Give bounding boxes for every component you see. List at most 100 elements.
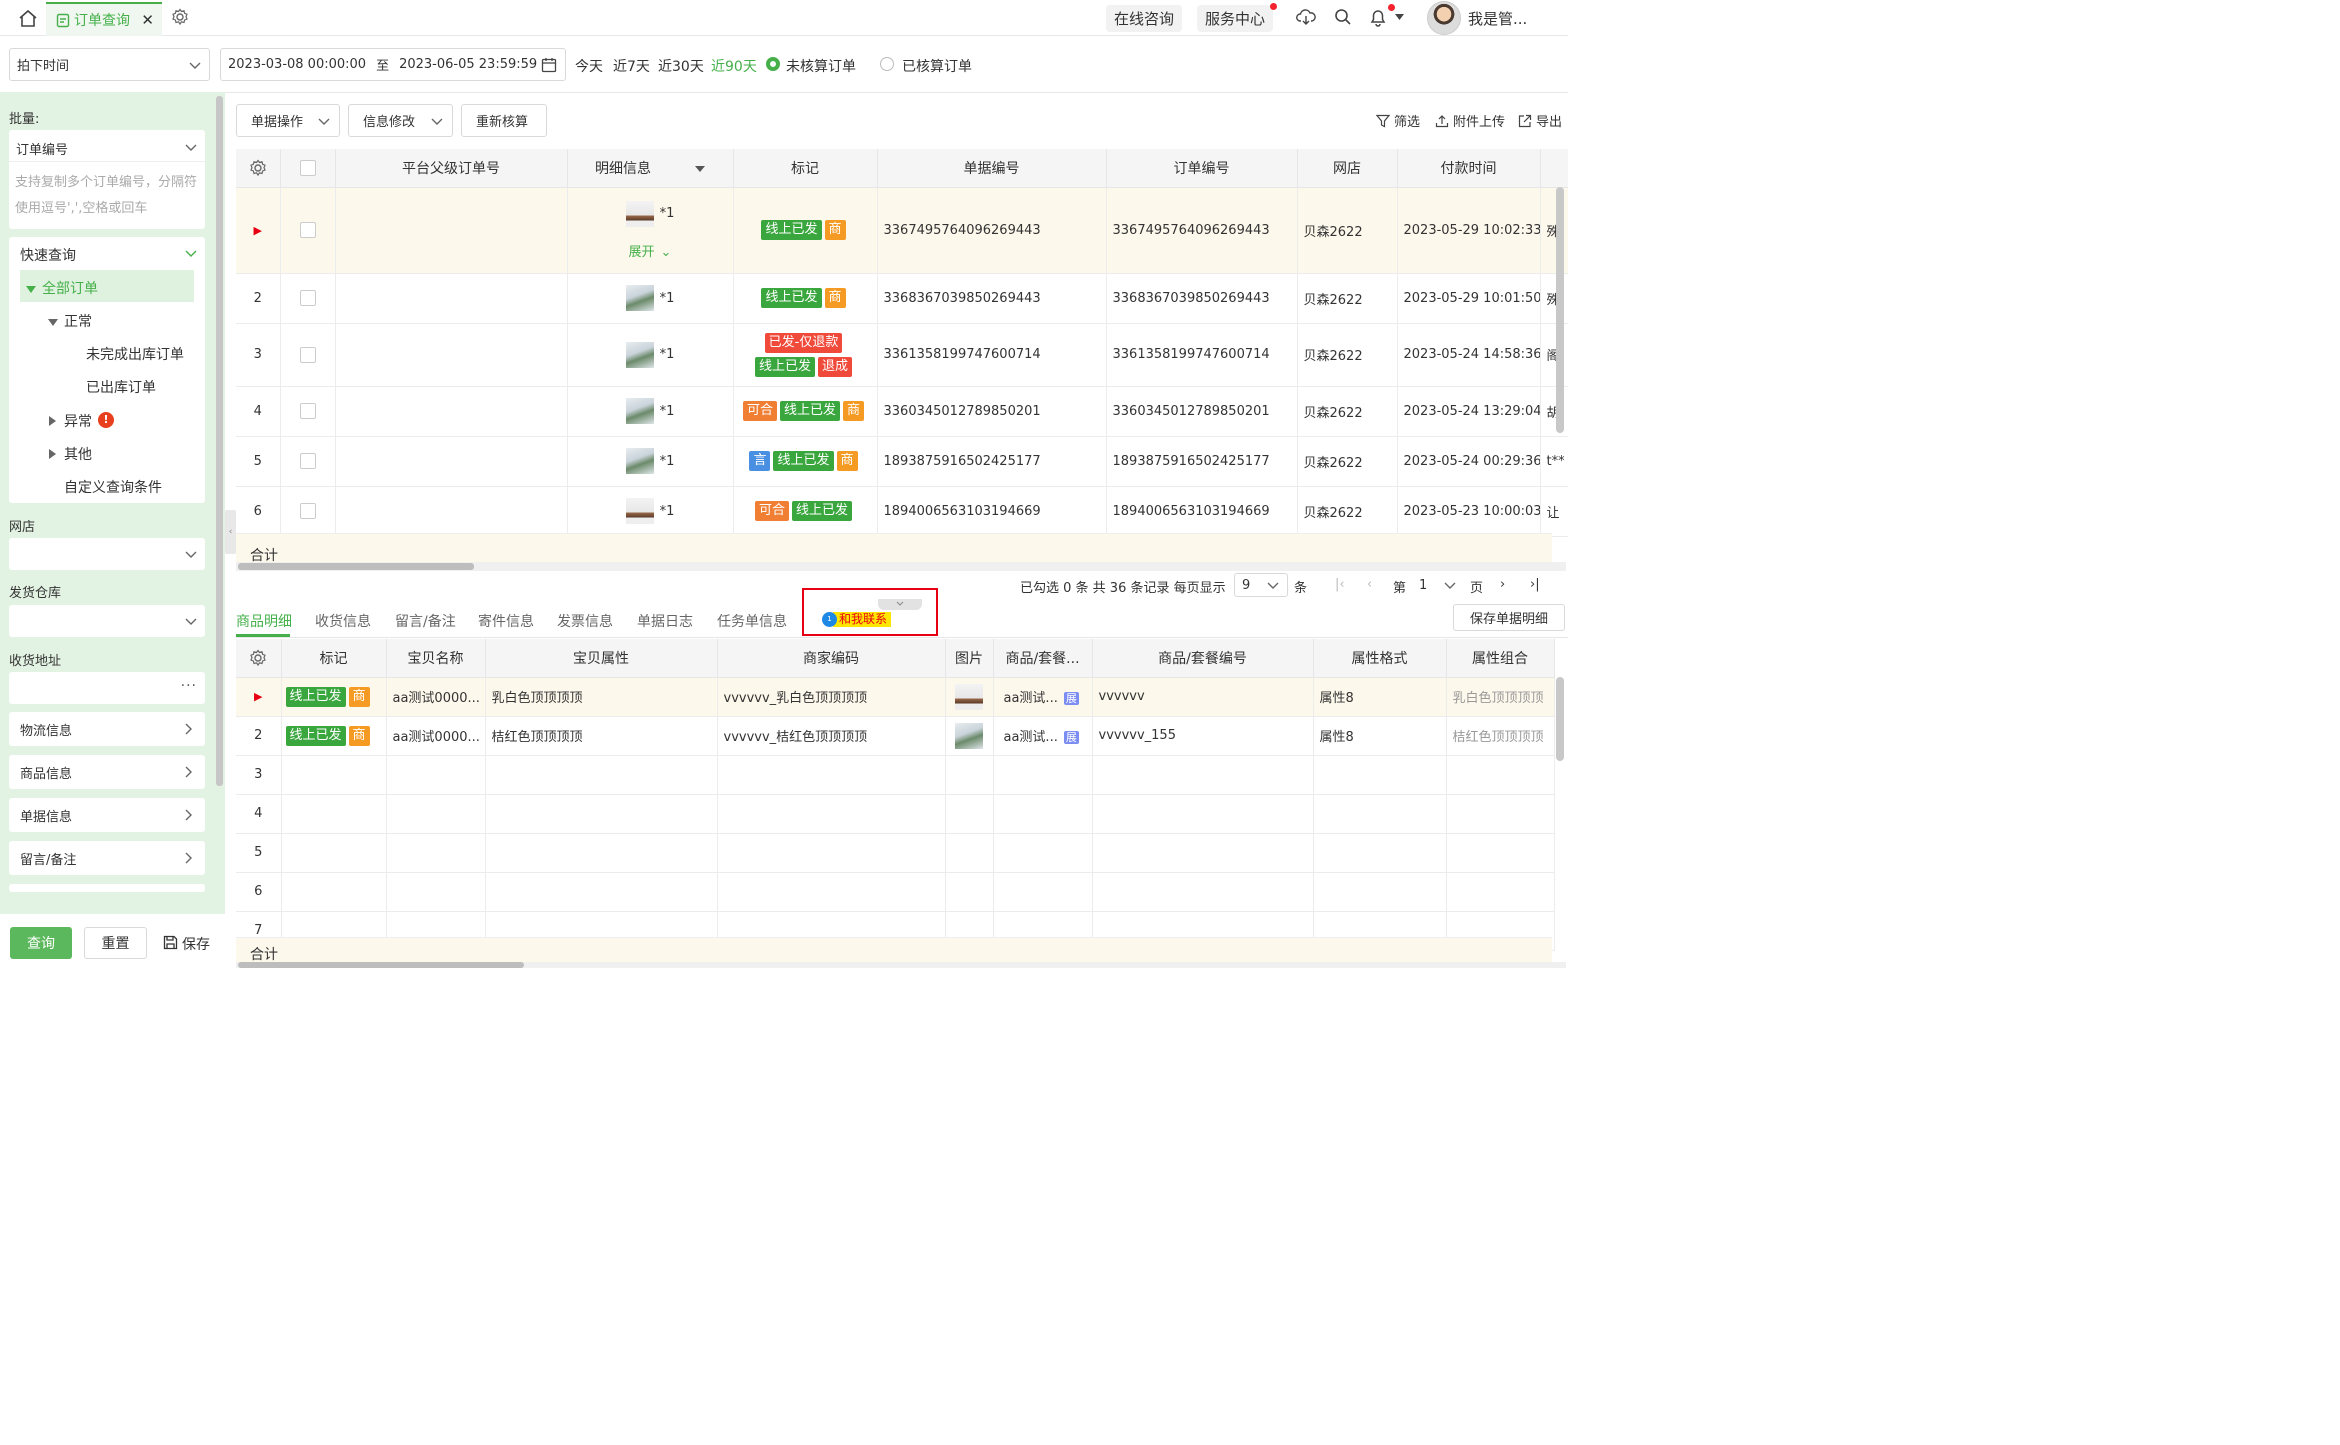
order-vscroll-thumb[interactable] [1556, 187, 1564, 433]
bell-icon[interactable] [1368, 7, 1388, 27]
more-icon[interactable]: ··· [181, 678, 197, 694]
last-page-icon[interactable]: ›| [1530, 577, 1540, 592]
pkg-cell[interactable]: aa测试... 展 [993, 677, 1093, 717]
tree-unfinished[interactable]: 未完成出库订单 [86, 344, 184, 364]
row-checkbox[interactable] [299, 290, 316, 306]
detail-column-settings[interactable] [236, 639, 282, 678]
save-icon[interactable] [163, 935, 178, 950]
dcol-image[interactable]: 图片 [945, 639, 994, 678]
product-thumbnail[interactable] [625, 498, 654, 524]
item-attr-cell[interactable]: 桔红色顶顶顶顶 [485, 716, 718, 756]
product-thumbnail[interactable] [625, 200, 654, 227]
order-hscroll[interactable] [236, 562, 1566, 571]
date-end[interactable]: 2023-06-05 23:59:59 [399, 57, 537, 72]
col-doc-no[interactable]: 单据编号 [877, 149, 1107, 188]
order-row[interactable]: ▶ *1 展开 ⌄ 线上已发商 3367495764096269443 3367495764… [236, 187, 1568, 274]
detail-row[interactable]: ▶ 线上已发商 aa测试0000... 乳白色顶顶顶顶 vvvvvv_乳白色顶顶顶顶 aa… [236, 677, 1555, 717]
detail-row[interactable]: 6 [236, 872, 1555, 912]
order-row[interactable]: 2 *1 线上已发商 3368367039850269443 3368367039850… [236, 273, 1568, 324]
dcol-pkg[interactable]: 商品/套餐... [993, 639, 1093, 678]
prev-page-icon[interactable]: ‹ [1367, 577, 1372, 592]
row-checkbox[interactable] [299, 453, 316, 469]
item-attr-cell[interactable]: 乳白色顶顶顶顶 [485, 677, 718, 717]
product-thumbnail[interactable] [625, 448, 654, 474]
pkg-no-cell[interactable]: vvvvvv_155 [1092, 716, 1314, 756]
merchant-code-cell[interactable]: vvvvvv_乳白色顶顶顶顶 [717, 677, 946, 717]
tree-all-label[interactable]: 全部订单 [42, 278, 98, 298]
product-thumbnail[interactable] [955, 683, 983, 710]
detail-cell[interactable]: *1 [567, 486, 734, 537]
order-no-cell[interactable]: 3360345012789850201 [1106, 386, 1298, 437]
shop-select[interactable] [9, 538, 205, 570]
expand-toggle[interactable]: 展开 ⌄ [574, 241, 727, 260]
upload-button[interactable]: 附件上传 [1435, 111, 1505, 130]
row-checkbox[interactable] [299, 503, 316, 519]
order-hscroll-thumb[interactable] [238, 563, 474, 570]
save-button[interactable]: 保存 [182, 934, 210, 954]
row-checkbox-cell[interactable] [280, 486, 336, 537]
caret-right-icon[interactable] [49, 448, 56, 463]
export-button[interactable]: 导出 [1518, 111, 1562, 130]
row-checkbox-cell[interactable] [280, 386, 336, 437]
col-shop[interactable]: 网店 [1297, 149, 1398, 188]
online-consult-button[interactable]: 在线咨询 [1106, 4, 1183, 32]
header-checkbox[interactable] [280, 149, 336, 188]
col-mark[interactable]: 标记 [733, 149, 878, 188]
chevron-down-icon[interactable] [185, 141, 197, 153]
tree-abnormal[interactable]: 异常 [64, 411, 92, 431]
order-row[interactable]: 6 *1 可合 线上已发 1894006563103194669 189400656310… [236, 486, 1568, 537]
service-center-button[interactable]: 服务中心 [1197, 4, 1274, 32]
order-row[interactable]: 3 *1 已发-仅退款 线上已发 退成 3361358199747600714 336135… [236, 323, 1568, 387]
page-number-select[interactable]: 1 [1412, 573, 1464, 597]
detail-row[interactable]: 4 [236, 794, 1555, 834]
doc-no-cell[interactable]: 1894006563103194669 [877, 486, 1107, 537]
order-row[interactable]: 5 *1 言线上已发商 1893875916502425177 189387591650… [236, 436, 1568, 487]
detail-cell[interactable]: *1 [567, 273, 734, 324]
close-icon[interactable]: ✕ [141, 11, 154, 29]
radio-settled-label[interactable]: 已核算订单 [902, 56, 972, 76]
detail-cell[interactable]: *1 [567, 386, 734, 437]
contact-me-badge[interactable]: 1 和我联系 [822, 612, 892, 627]
dcol-pkg-no[interactable]: 商品/套餐编号 [1092, 639, 1314, 678]
range-90days[interactable]: 近90天 [711, 56, 757, 76]
order-no-cell[interactable]: 3368367039850269443 [1106, 273, 1298, 324]
search-icon[interactable] [1334, 8, 1352, 26]
dcol-combo[interactable]: 属性组合 [1446, 639, 1555, 678]
pkg-no-cell[interactable]: vvvvvv [1092, 677, 1314, 717]
detail-row[interactable]: 2 线上已发商 aa测试0000... 桔红色顶顶顶顶 vvvvvv_桔红色顶顶顶顶 aa… [236, 716, 1555, 756]
section-remarks[interactable]: 留言/备注 [9, 841, 205, 875]
section-logistics[interactable]: 物流信息 [9, 712, 205, 746]
chevron-down-icon[interactable] [185, 247, 197, 259]
doc-no-cell[interactable]: 1893875916502425177 [877, 436, 1107, 487]
gear-icon[interactable] [249, 159, 267, 177]
tab-goods-detail[interactable]: 商品明细 [236, 611, 292, 631]
radio-settled[interactable] [880, 57, 894, 71]
item-name-cell[interactable]: aa测试0000... [386, 677, 486, 717]
pkg-cell[interactable]: aa测试... 展 [993, 716, 1093, 756]
doc-ops-dropdown[interactable]: 单据操作 [236, 104, 340, 137]
detail-cell[interactable]: *1 展开 ⌄ [567, 187, 734, 274]
reset-button[interactable]: 重置 [84, 927, 147, 959]
detail-row[interactable]: 5 [236, 833, 1555, 873]
tree-custom[interactable]: 自定义查询条件 [64, 477, 162, 497]
range-7days[interactable]: 近7天 [613, 56, 650, 76]
order-row[interactable]: 4 *1 可合 线上已发商 3360345012789850201 33603450127… [236, 386, 1568, 437]
avatar[interactable] [1427, 1, 1461, 35]
select-all-checkbox[interactable] [299, 159, 316, 176]
dcol-mark[interactable]: 标记 [281, 639, 387, 678]
row-checkbox-cell[interactable] [280, 273, 336, 324]
tab-doc-log[interactable]: 单据日志 [637, 611, 693, 631]
product-thumbnail[interactable] [955, 722, 983, 749]
detail-hscroll-thumb[interactable] [238, 962, 524, 968]
address-input[interactable]: ··· [9, 672, 205, 704]
col-detail[interactable]: 明细信息 [567, 149, 734, 188]
col-pay-time[interactable]: 付款时间 [1397, 149, 1541, 188]
order-no-cell[interactable]: 3361358199747600714 [1106, 323, 1298, 387]
row-checkbox[interactable] [299, 346, 316, 363]
collapse-handle[interactable] [878, 599, 922, 610]
sidebar-scrollbar[interactable] [216, 96, 223, 786]
row-checkbox-cell[interactable] [280, 323, 336, 387]
tab-invoice-info[interactable]: 发票信息 [557, 611, 613, 631]
quick-query-title[interactable]: 快速查询 [20, 245, 76, 265]
tab-sender-info[interactable]: 寄件信息 [478, 611, 534, 631]
